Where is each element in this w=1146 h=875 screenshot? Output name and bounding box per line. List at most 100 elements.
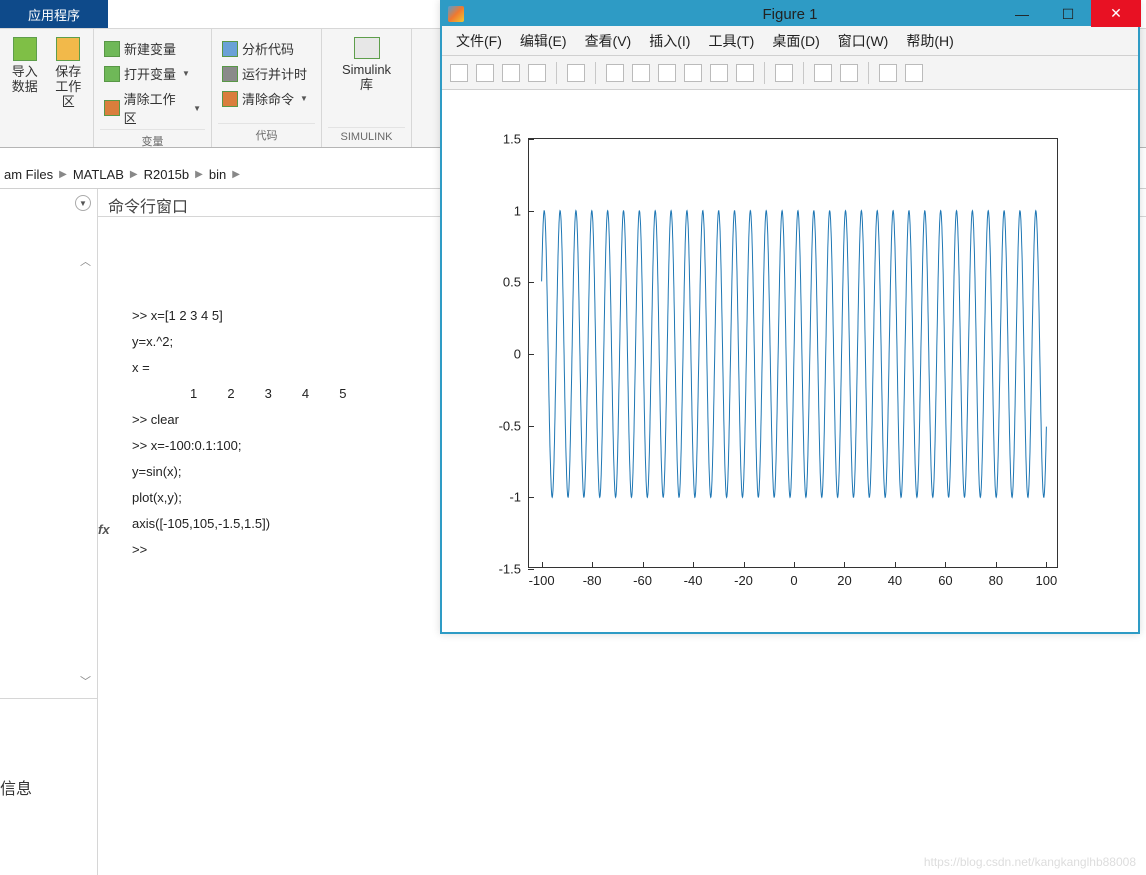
timer-icon <box>222 66 238 82</box>
menu-item[interactable]: 帮助(H) <box>898 27 961 55</box>
print-icon[interactable] <box>528 64 546 82</box>
watermark: https://blog.csdn.net/kangkanglhb88008 <box>924 855 1136 869</box>
scroll-down-icon[interactable]: ﹀ <box>80 673 91 689</box>
analyze-code-button[interactable]: 分析代码 <box>218 37 315 60</box>
zoom-out-icon[interactable] <box>632 64 650 82</box>
pointer-icon[interactable] <box>567 64 585 82</box>
close-button[interactable]: ✕ <box>1091 0 1141 27</box>
x-tick-label: -60 <box>633 567 652 588</box>
panel-menu-icon[interactable]: ▼ <box>75 195 91 211</box>
chevron-down-icon: ▼ <box>182 69 190 78</box>
menu-item[interactable]: 窗口(W) <box>830 27 897 55</box>
line-plot <box>529 139 1059 569</box>
open-var-icon <box>104 66 120 82</box>
open-variable-button[interactable]: 打开变量▼ <box>100 62 205 85</box>
ribbon-group-label-variables: 变量 <box>100 129 205 153</box>
x-tick <box>996 562 997 568</box>
menu-item[interactable]: 桌面(D) <box>764 27 827 55</box>
pan-icon[interactable] <box>658 64 676 82</box>
data-cursor-icon[interactable] <box>710 64 728 82</box>
x-tick <box>844 562 845 568</box>
maximize-button[interactable]: ☐ <box>1045 2 1091 26</box>
link-icon[interactable] <box>775 64 793 82</box>
figure-canvas: -1.5-1-0.500.511.5-100-80-60-40-20020406… <box>442 90 1138 632</box>
figure-window[interactable]: Figure 1 — ☐ ✕ 文件(F)编辑(E)查看(V)插入(I)工具(T)… <box>440 0 1140 634</box>
figure-toolbar <box>442 56 1138 90</box>
brush-icon[interactable] <box>736 64 754 82</box>
x-tick-label: 40 <box>888 567 902 588</box>
y-tick <box>528 497 534 498</box>
chevron-down-icon: ▼ <box>193 104 201 113</box>
chevron-right-icon: ▶ <box>59 169 67 180</box>
menu-item[interactable]: 文件(F) <box>448 27 510 55</box>
workspace-sidebar: ▼ ︿ ﹀ 信息 <box>0 189 98 875</box>
axes[interactable]: -1.5-1-0.500.511.5-100-80-60-40-20020406… <box>528 138 1058 568</box>
x-tick <box>744 562 745 568</box>
sidebar-divider <box>0 698 97 699</box>
x-tick <box>1046 562 1047 568</box>
simulink-icon <box>354 37 380 59</box>
breadcrumb-seg[interactable]: am Files <box>4 167 53 182</box>
sine-series <box>542 211 1047 498</box>
menu-item[interactable]: 插入(I) <box>641 27 698 55</box>
x-tick <box>693 562 694 568</box>
rotate-icon[interactable] <box>684 64 702 82</box>
save-icon[interactable] <box>502 64 520 82</box>
scroll-up-icon[interactable]: ︿ <box>80 253 91 269</box>
breadcrumb-seg[interactable]: R2015b <box>144 167 190 182</box>
x-tick-label: 20 <box>837 567 851 588</box>
x-tick-label: -40 <box>684 567 703 588</box>
menu-item[interactable]: 查看(V) <box>577 27 640 55</box>
run-timeit-button[interactable]: 运行并计时 <box>218 62 315 85</box>
hide-icon[interactable] <box>879 64 897 82</box>
simulink-library-button[interactable]: Simulink库 <box>328 33 405 127</box>
chevron-right-icon: ▶ <box>195 169 203 180</box>
toolbar-separator <box>764 62 765 84</box>
menu-item[interactable]: 工具(T) <box>700 27 762 55</box>
dock-icon[interactable] <box>905 64 923 82</box>
new-icon[interactable] <box>450 64 468 82</box>
y-tick-label: -1 <box>509 490 529 505</box>
clear-commands-button[interactable]: 清除命令▼ <box>218 87 315 110</box>
x-tick <box>945 562 946 568</box>
ribbon-group-label-code: 代码 <box>218 123 315 147</box>
breadcrumb-seg[interactable]: bin <box>209 167 226 182</box>
x-tick <box>592 562 593 568</box>
toolbar-separator <box>803 62 804 84</box>
x-tick-label: 80 <box>989 567 1003 588</box>
chevron-right-icon: ▶ <box>130 169 138 180</box>
x-tick-label: 100 <box>1036 567 1058 588</box>
clear-workspace-button[interactable]: 清除工作区▼ <box>100 87 205 129</box>
fx-icon[interactable]: fx <box>98 517 118 543</box>
x-tick-label: 0 <box>790 567 797 588</box>
y-tick-label: 1 <box>514 203 529 218</box>
save-workspace-button[interactable]: 保存工作区 <box>50 33 88 147</box>
breadcrumb-seg[interactable]: MATLAB <box>73 167 124 182</box>
colorbar-icon[interactable] <box>814 64 832 82</box>
x-tick-label: -20 <box>734 567 753 588</box>
toolbar-separator <box>595 62 596 84</box>
clear-cmd-icon <box>222 91 238 107</box>
import-data-button[interactable]: 导入数据 <box>6 33 44 147</box>
app-tab[interactable]: 应用程序 <box>0 0 108 28</box>
y-tick <box>528 282 534 283</box>
chevron-down-icon: ▼ <box>300 94 308 103</box>
zoom-in-icon[interactable] <box>606 64 624 82</box>
y-tick-label: 1.5 <box>503 132 529 147</box>
y-tick-label: 0 <box>514 347 529 362</box>
toolbar-separator <box>556 62 557 84</box>
x-tick <box>542 562 543 568</box>
menu-item[interactable]: 编辑(E) <box>512 27 575 55</box>
x-tick-label: 60 <box>938 567 952 588</box>
figure-menubar: 文件(F)编辑(E)查看(V)插入(I)工具(T)桌面(D)窗口(W)帮助(H) <box>442 26 1138 56</box>
figure-titlebar[interactable]: Figure 1 — ☐ ✕ <box>442 2 1138 26</box>
new-variable-button[interactable]: 新建变量 <box>100 37 205 60</box>
legend-icon[interactable] <box>840 64 858 82</box>
new-var-icon <box>104 41 120 57</box>
x-tick <box>794 562 795 568</box>
x-tick <box>643 562 644 568</box>
open-icon[interactable] <box>476 64 494 82</box>
minimize-button[interactable]: — <box>999 2 1045 26</box>
y-tick-label: -0.5 <box>499 418 529 433</box>
y-tick <box>528 211 534 212</box>
